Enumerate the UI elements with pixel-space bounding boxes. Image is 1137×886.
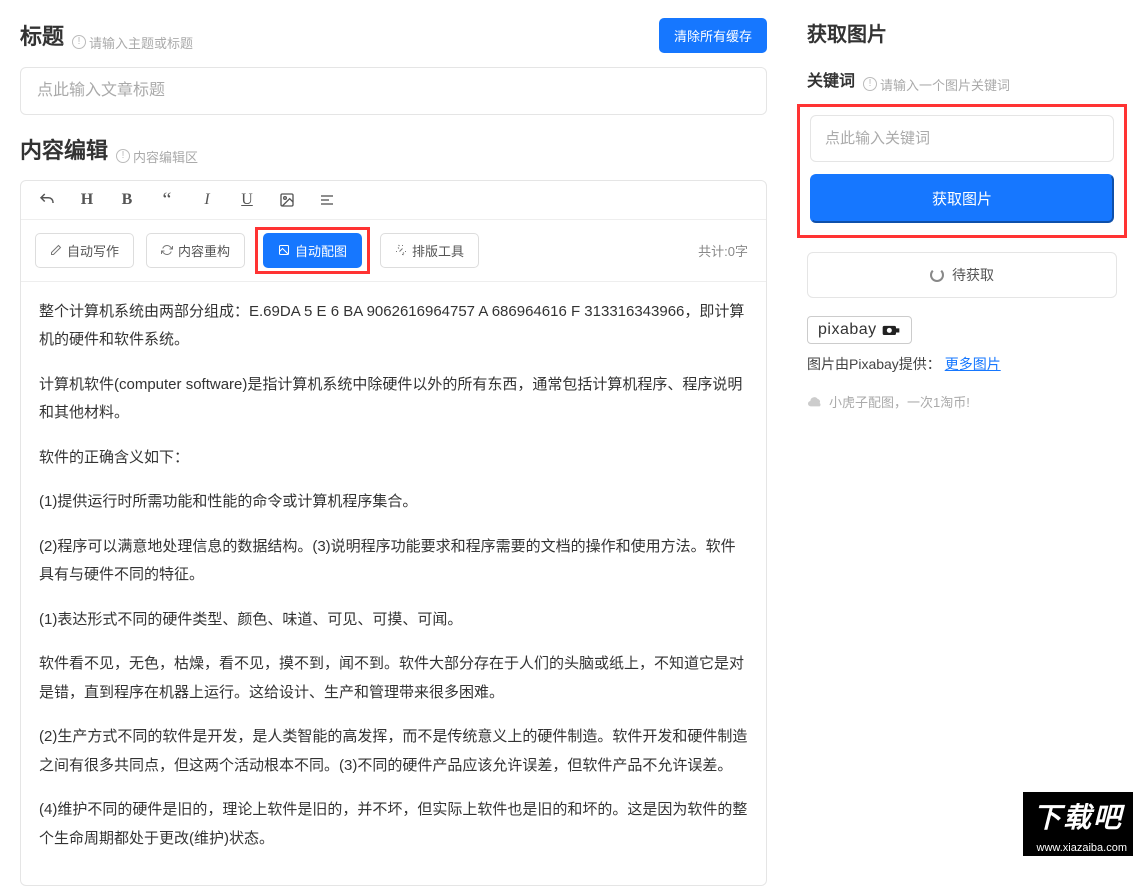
paragraph: 计算机软件(computer software)是指计算机系统中除硬件以外的所有…: [39, 371, 748, 428]
format-toolbar: H B “ I U: [21, 181, 766, 220]
underline-icon[interactable]: U: [237, 191, 257, 209]
keyword-label: 关键词: [807, 67, 855, 91]
content-hint: ! 内容编辑区: [116, 147, 198, 166]
italic-icon[interactable]: I: [197, 191, 217, 209]
heading-icon[interactable]: H: [77, 191, 97, 209]
watermark-url: www.xiazaiba.com: [1023, 840, 1133, 856]
auto-image-button[interactable]: 自动配图: [263, 233, 362, 268]
pixabay-badge: pixabay: [807, 316, 912, 344]
content-section-header: 内容编辑 ! 内容编辑区: [20, 133, 767, 166]
content-label: 内容编辑: [20, 133, 108, 165]
paragraph: (2)生产方式不同的软件是开发，是人类智能的高发挥，而不是传统意义上的硬件制造。…: [39, 723, 748, 780]
credit-line: 图片由Pixabay提供： 更多图片: [807, 354, 1117, 374]
content-area[interactable]: 整个计算机系统由两部分组成：E.69DA 5 E 6 BA 9062616964…: [21, 282, 766, 886]
word-counter: 共计:0字: [698, 241, 748, 260]
wand-icon: [395, 244, 407, 256]
footer-note: 小虎子配图，一次1淘币!: [807, 392, 1117, 411]
layout-tool-button[interactable]: 排版工具: [380, 233, 479, 268]
paragraph: 软件看不见，无色，枯燥，看不见，摸不到，闻不到。软件大部分存在于人们的头脑或纸上…: [39, 650, 748, 707]
action-toolbar: 自动写作 内容重构 自动配图 排版工具 共计:0字: [21, 220, 766, 282]
align-icon[interactable]: [317, 192, 337, 208]
rebuild-button[interactable]: 内容重构: [146, 233, 245, 268]
clear-cache-button[interactable]: 清除所有缓存: [659, 18, 767, 53]
keyword-header: 关键词 ! 请输入一个图片关键词: [807, 67, 1117, 94]
auto-write-button[interactable]: 自动写作: [35, 233, 134, 268]
title-input[interactable]: [20, 67, 767, 115]
main-panel: 标题 ! 请输入主题或标题 清除所有缓存 内容编辑 ! 内容编辑区: [0, 0, 787, 860]
editor-box: H B “ I U 自动写作 内容重构: [20, 180, 767, 886]
paragraph: (2)程序可以满意地处理信息的数据结构。(3)说明程序功能要求和程序需要的文档的…: [39, 533, 748, 590]
keyword-input[interactable]: [810, 115, 1114, 162]
keyword-panel-highlight: 获取图片: [797, 104, 1127, 238]
pencil-icon: [50, 244, 62, 256]
sidebar-title: 获取图片: [807, 18, 1117, 47]
paragraph: 软件的正确含义如下：: [39, 444, 748, 473]
info-icon: !: [72, 35, 86, 49]
paragraph: 整个计算机系统由两部分组成：E.69DA 5 E 6 BA 9062616964…: [39, 298, 748, 355]
watermark-text: 下载吧: [1023, 792, 1133, 840]
pending-button[interactable]: 待获取: [807, 252, 1117, 298]
image-icon[interactable]: [277, 192, 297, 208]
refresh-icon: [161, 244, 173, 256]
camera-icon: [881, 323, 901, 337]
paragraph: (1)提供运行时所需功能和性能的命令或计算机程序集合。: [39, 488, 748, 517]
title-section-header: 标题 ! 请输入主题或标题 清除所有缓存: [20, 18, 767, 53]
more-images-link[interactable]: 更多图片: [945, 356, 1001, 372]
title-label: 标题: [20, 19, 64, 51]
fetch-image-button[interactable]: 获取图片: [810, 174, 1114, 223]
cloud-icon: [807, 395, 823, 407]
info-icon: !: [863, 77, 877, 91]
keyword-hint: ! 请输入一个图片关键词: [863, 75, 1010, 94]
undo-icon[interactable]: [37, 191, 57, 209]
title-hint: ! 请输入主题或标题: [72, 33, 193, 52]
picture-icon: [278, 244, 290, 256]
bold-icon[interactable]: B: [117, 191, 137, 209]
quote-icon[interactable]: “: [157, 194, 177, 206]
sidebar: 获取图片 关键词 ! 请输入一个图片关键词 获取图片 待获取 pixabay 图…: [787, 0, 1137, 860]
paragraph: (4)维护不同的硬件是旧的，理论上软件是旧的，并不坏，但实际上软件也是旧的和坏的…: [39, 796, 748, 853]
watermark: 下载吧 www.xiazaiba.com: [1023, 792, 1133, 856]
spinner-icon: [930, 268, 944, 282]
info-icon: !: [116, 149, 130, 163]
highlight-auto-image: 自动配图: [255, 227, 370, 274]
paragraph: (1)表达形式不同的硬件类型、颜色、味道、可见、可摸、可闻。: [39, 606, 748, 635]
